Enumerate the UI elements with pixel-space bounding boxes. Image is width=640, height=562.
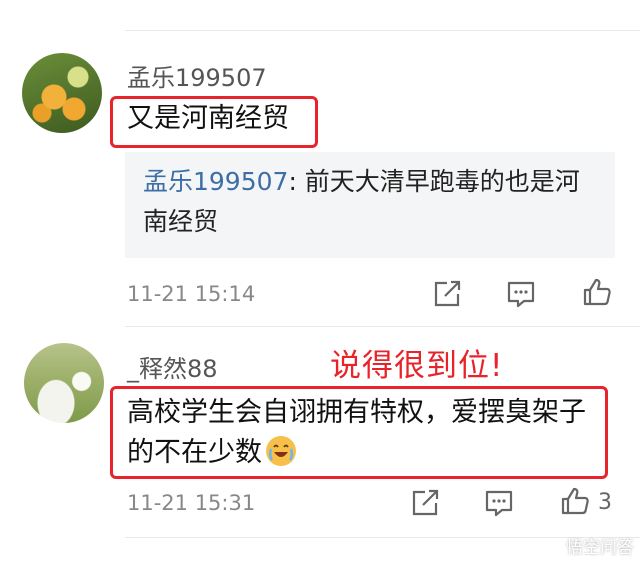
like-count: 3 [598, 490, 612, 515]
reply-button[interactable] [506, 279, 536, 309]
timestamp: 11-21 15:31 [127, 491, 256, 515]
share-button[interactable] [410, 488, 440, 518]
reply-button[interactable] [484, 488, 514, 518]
username[interactable]: _释然88 [127, 349, 218, 384]
avatar[interactable] [22, 53, 102, 133]
avatar[interactable] [24, 343, 104, 423]
like-icon [561, 487, 589, 515]
watermark: 悟空问答 [544, 533, 634, 558]
highlight-box [110, 386, 608, 479]
quoted-reply[interactable]: 孟乐199507: 前天大清早跑毒的也是河南经贸 [125, 152, 615, 258]
quoted-username[interactable]: 孟乐199507 [143, 167, 288, 196]
share-icon [434, 280, 461, 307]
reply-icon [507, 281, 535, 308]
watermark-text: 悟空问答 [566, 538, 634, 558]
share-icon [412, 489, 439, 516]
like-button[interactable] [582, 277, 612, 307]
like-button[interactable] [560, 486, 590, 516]
top-divider [125, 30, 640, 31]
reply-icon [485, 490, 513, 517]
timestamp: 11-21 15:14 [127, 282, 256, 306]
highlight-box [110, 96, 318, 148]
share-button[interactable] [432, 279, 462, 309]
annotation-text: 说得很到位! [330, 348, 504, 384]
like-icon [583, 278, 611, 306]
comment-divider [125, 326, 640, 327]
username[interactable]: 孟乐199507 [127, 58, 267, 93]
watermark-logo-icon [544, 539, 562, 557]
